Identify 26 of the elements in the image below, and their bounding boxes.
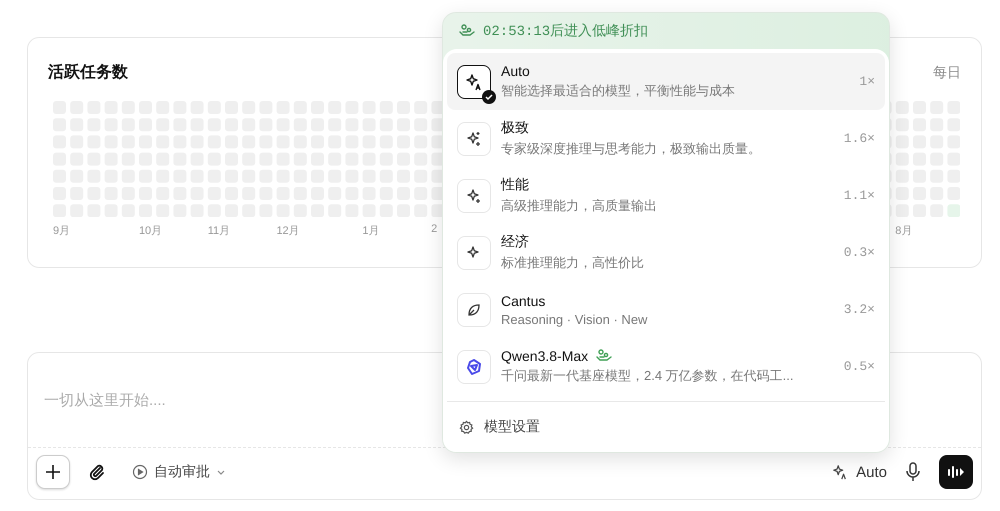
month-label: 11月 <box>208 224 225 238</box>
cost-multiplier: 0.3× <box>844 245 875 260</box>
model-name: 性能 <box>501 176 529 194</box>
model-name: Cantus <box>501 292 546 308</box>
card-title: 活跃任务数 <box>48 62 128 83</box>
model-description: 高级推理能力，高质量输出 <box>501 197 658 215</box>
model-name: Auto <box>501 63 530 79</box>
model-description: 专家级深度推理与思考能力，极致输出质量。 <box>501 140 762 158</box>
period-label: 每日 <box>933 64 961 82</box>
model-name: 极致 <box>501 119 529 137</box>
cost-multiplier: 1× <box>859 74 875 89</box>
month-label: 1月 <box>362 224 380 238</box>
model-description: 智能选择最适合的模型，平衡性能与成本 <box>501 82 736 100</box>
cost-multiplier: 0.5× <box>844 359 875 374</box>
cost-multiplier: 3.2× <box>844 302 875 317</box>
month-label: 2 <box>431 223 438 238</box>
model-name: Qwen3.8-Max <box>501 348 588 364</box>
model-name: 经济 <box>501 233 529 251</box>
model-description: 标准推理能力，高性价比 <box>501 254 645 272</box>
discount-countdown-text: 02:53:13后进入低峰折扣 <box>483 22 648 40</box>
cost-multiplier: 1.1× <box>844 188 875 203</box>
month-label: 8月 <box>895 224 912 238</box>
model-description: 千问最新一代基座模型，2.4 万亿参数，在代码工... <box>501 367 795 385</box>
cost-multiplier: 1.6× <box>844 131 875 146</box>
month-label: 9月 <box>53 224 70 238</box>
model-description: Reasoning · Vision · New <box>501 312 648 326</box>
